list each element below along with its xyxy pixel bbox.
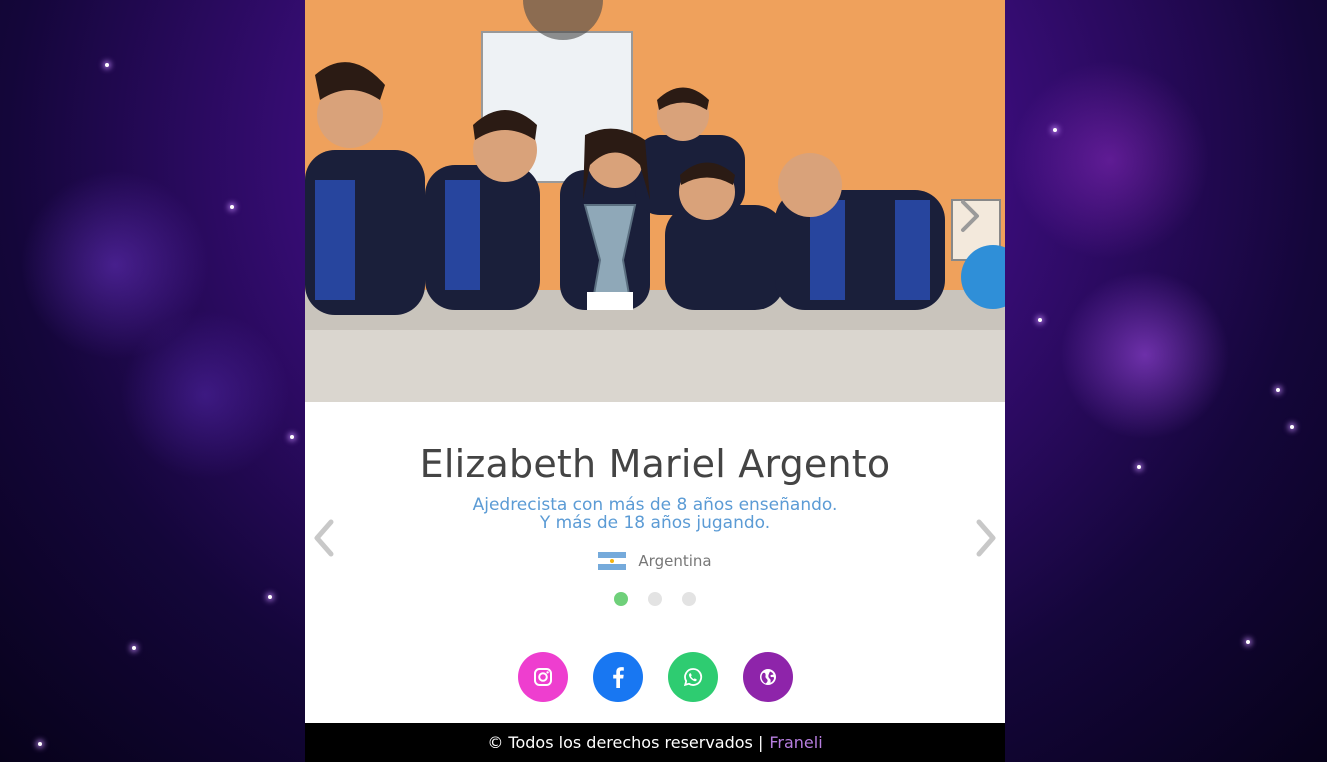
profile-name: Elizabeth Mariel Argento (419, 442, 891, 486)
whatsapp-icon (683, 668, 702, 687)
background-sparkle (38, 742, 42, 746)
profile-description: Ajedrecista con más de 8 años enseñando.… (305, 496, 1005, 532)
background-glow (1060, 270, 1230, 440)
carousel-dot-3[interactable] (682, 592, 696, 606)
argentina-flag-icon (598, 552, 627, 570)
facebook-icon (612, 667, 624, 688)
background-glow (120, 310, 290, 480)
description-line-2: Y más de 18 años jugando. (539, 513, 771, 533)
background-sparkle (1246, 640, 1250, 644)
background-glow (1010, 60, 1210, 260)
background-sparkle (1276, 388, 1280, 392)
instagram-button[interactable] (517, 652, 568, 702)
social-links (305, 652, 1005, 702)
background-sparkle (1053, 128, 1057, 132)
profile-country: Argentina (305, 552, 1005, 570)
globe-icon (759, 669, 776, 685)
profile-card: Elizabeth Mariel Argento Ajedrecista con… (305, 0, 1005, 762)
background-sparkle (132, 646, 136, 650)
carousel-next-arrow-icon[interactable] (973, 518, 1001, 558)
background-sparkle (1038, 318, 1042, 322)
profile-info: Elizabeth Mariel Argento Ajedrecista con… (305, 402, 1005, 723)
instagram-icon (533, 668, 552, 686)
background-sparkle (290, 435, 294, 439)
facebook-button[interactable] (592, 652, 643, 702)
website-button[interactable] (742, 652, 793, 702)
background-sparkle (105, 63, 109, 67)
background-sparkle (1137, 465, 1141, 469)
background-glow (20, 170, 210, 360)
whatsapp-button[interactable] (667, 652, 718, 702)
description-line-1: Ajedrecista con más de 8 años enseñando. (472, 495, 838, 515)
footer-copyright: © Todos los derechos reservados | (487, 733, 764, 752)
footer-brand-link[interactable]: Franeli (769, 733, 822, 752)
photo-chevron-right-icon[interactable] (957, 198, 983, 234)
carousel-dot-1[interactable] (614, 592, 628, 606)
profile-photo (305, 0, 1005, 402)
background-sparkle (1290, 425, 1294, 429)
background-sparkle (268, 595, 272, 599)
footer: © Todos los derechos reservados | Franel… (305, 723, 1005, 762)
background-sparkle (230, 205, 234, 209)
carousel-dot-2[interactable] (648, 592, 662, 606)
carousel-indicators (305, 592, 1005, 606)
country-name: Argentina (638, 552, 712, 570)
